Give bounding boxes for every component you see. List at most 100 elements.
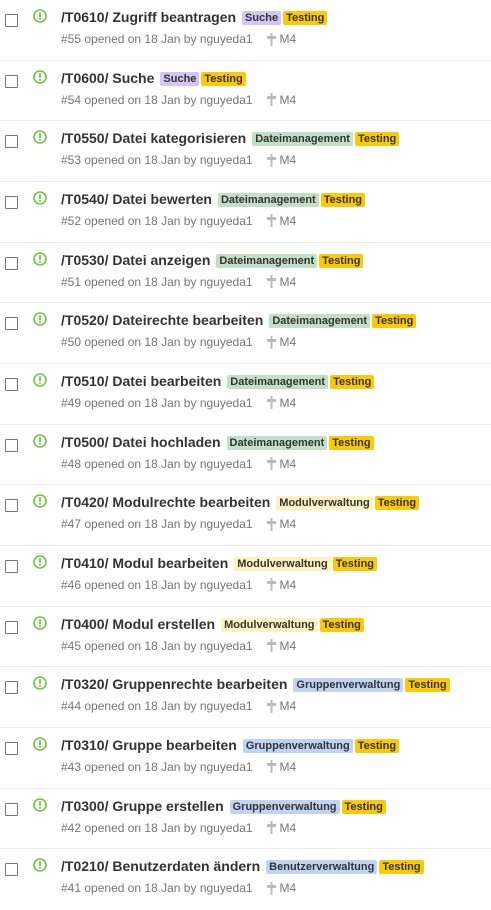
issue-label[interactable]: Suche: [242, 11, 282, 25]
issue-label[interactable]: Suche: [160, 71, 200, 86]
issue-label[interactable]: Gruppenverwaltung: [242, 738, 353, 753]
issue-checkbox[interactable]: [5, 74, 18, 88]
issue-milestone[interactable]: M4: [266, 760, 296, 774]
issue-label[interactable]: Gruppenverwaltung: [293, 678, 404, 693]
issue-milestone[interactable]: M4: [266, 275, 296, 289]
issue-title-link[interactable]: /T0540/ Datei bewerten: [61, 190, 212, 208]
issue-author-link[interactable]: nguyeda1: [200, 153, 253, 167]
issue-label[interactable]: Testing: [320, 192, 366, 207]
issue-row[interactable]: /T0410/ Modul bearbeiten Modulverwaltung…: [0, 546, 491, 607]
issue-label[interactable]: Testing: [354, 132, 400, 147]
issue-milestone[interactable]: M4: [266, 881, 296, 895]
issue-label[interactable]: Modulverwaltung: [276, 496, 373, 511]
issue-row[interactable]: /T0320/ Gruppenrechte bearbeiten Gruppen…: [0, 667, 491, 728]
issue-label[interactable]: Dateimanagement: [269, 314, 371, 329]
issue-title-link[interactable]: /T0300/ Gruppe erstellen: [61, 797, 224, 815]
issue-label[interactable]: Dateimanagement: [252, 132, 353, 147]
issue-checkbox[interactable]: [5, 256, 18, 270]
issue-title-link[interactable]: /T0600/ Suche: [61, 69, 154, 87]
issue-label[interactable]: Modulverwaltung: [234, 556, 331, 571]
issue-milestone[interactable]: M4: [266, 214, 296, 228]
issue-checkbox[interactable]: [5, 195, 18, 209]
issue-checkbox[interactable]: [5, 499, 18, 513]
issue-label[interactable]: Gruppenverwaltung: [229, 799, 340, 814]
issue-row[interactable]: /T0400/ Modul erstellen Modulverwaltung T…: [0, 607, 491, 668]
issue-label[interactable]: Testing: [374, 496, 420, 511]
issue-milestone[interactable]: M4: [266, 578, 296, 592]
issue-author-link[interactable]: nguyeda1: [200, 578, 253, 592]
issue-author-link[interactable]: nguyeda1: [200, 821, 253, 835]
issue-checkbox[interactable]: [5, 741, 18, 755]
issue-row[interactable]: /T0500/ Datei hochladen Dateimanagement T…: [0, 425, 491, 486]
issue-row[interactable]: /T0520/ Dateirechte bearbeiten Dateimana…: [0, 303, 491, 364]
issue-title-link[interactable]: /T0610/ Zugriff beantragen: [61, 8, 236, 26]
issue-milestone[interactable]: M4: [266, 639, 296, 653]
issue-row[interactable]: /T0300/ Gruppe erstellen Gruppenverwaltu…: [0, 789, 491, 850]
issue-row[interactable]: /T0530/ Datei anzeigen Dateimanagement Te…: [0, 243, 491, 304]
issue-author-link[interactable]: nguyeda1: [200, 699, 253, 713]
issue-label[interactable]: Dateimanagement: [226, 435, 328, 450]
issue-title-link[interactable]: /T0420/ Modulrechte bearbeiten: [61, 493, 270, 511]
issue-checkbox[interactable]: [5, 802, 18, 816]
issue-author-link[interactable]: nguyeda1: [200, 32, 253, 46]
issue-label[interactable]: Testing: [319, 253, 364, 268]
issue-title-link[interactable]: /T0510/ Datei bearbeiten: [61, 372, 221, 390]
issue-label[interactable]: Testing: [319, 617, 364, 632]
issue-author-link[interactable]: nguyeda1: [200, 214, 253, 228]
issue-milestone[interactable]: M4: [266, 699, 296, 713]
issue-title-link[interactable]: /T0520/ Dateirechte bearbeiten: [61, 311, 263, 329]
issue-author-link[interactable]: nguyeda1: [200, 93, 253, 107]
issue-milestone[interactable]: M4: [266, 517, 296, 531]
issue-milestone[interactable]: M4: [266, 821, 296, 835]
issue-row[interactable]: /T0540/ Datei bewerten Dateimanagement Te…: [0, 182, 491, 243]
issue-title-link[interactable]: /T0550/ Datei kategorisieren: [61, 129, 246, 147]
issue-milestone[interactable]: M4: [266, 457, 296, 471]
issue-checkbox[interactable]: [5, 863, 18, 877]
issue-label[interactable]: Dateimanagement: [216, 253, 318, 268]
issue-label[interactable]: Testing: [341, 799, 386, 814]
issue-title-link[interactable]: /T0500/ Datei hochladen: [61, 433, 221, 451]
issue-checkbox[interactable]: [5, 135, 18, 149]
issue-label[interactable]: Testing: [329, 435, 374, 450]
issue-author-link[interactable]: nguyeda1: [200, 760, 253, 774]
issue-title-link[interactable]: /T0530/ Datei anzeigen: [61, 251, 210, 269]
issue-title-link[interactable]: /T0320/ Gruppenrechte bearbeiten: [61, 675, 287, 693]
issue-title-link[interactable]: /T0310/ Gruppe bearbeiten: [61, 736, 237, 754]
issue-label[interactable]: Dateimanagement: [217, 192, 319, 207]
issue-checkbox[interactable]: [5, 317, 18, 331]
issue-label[interactable]: Modulverwaltung: [221, 617, 318, 632]
issue-checkbox[interactable]: [5, 14, 18, 27]
issue-author-link[interactable]: nguyeda1: [200, 881, 253, 895]
issue-milestone[interactable]: M4: [266, 32, 296, 46]
issue-row[interactable]: /T0210/ Benutzerdaten ändern Benutzerver…: [0, 849, 491, 910]
issue-author-link[interactable]: nguyeda1: [200, 396, 253, 410]
issue-label[interactable]: Testing: [330, 374, 375, 389]
issue-row[interactable]: /T0600/ Suche Suche Testing #54 opened on…: [0, 61, 491, 122]
issue-row[interactable]: /T0550/ Datei kategorisieren Dateimanage…: [0, 121, 491, 182]
issue-label[interactable]: Testing: [372, 314, 417, 329]
issue-checkbox[interactable]: [5, 681, 18, 695]
issue-author-link[interactable]: nguyeda1: [200, 517, 253, 531]
issue-row[interactable]: /T0420/ Modulrechte bearbeiten Modulverw…: [0, 485, 491, 546]
issue-milestone[interactable]: M4: [266, 93, 296, 107]
issue-label[interactable]: Testing: [379, 860, 424, 875]
issue-row[interactable]: /T0610/ Zugriff beantragen Suche Testing …: [0, 0, 491, 61]
issue-title-link[interactable]: /T0400/ Modul erstellen: [61, 615, 215, 633]
issue-label[interactable]: Benutzerverwaltung: [266, 860, 378, 875]
issue-label[interactable]: Dateimanagement: [227, 374, 329, 389]
issue-label[interactable]: Testing: [332, 556, 378, 571]
issue-milestone[interactable]: M4: [266, 335, 296, 349]
issue-author-link[interactable]: nguyeda1: [200, 457, 253, 471]
issue-checkbox[interactable]: [5, 559, 18, 573]
issue-label[interactable]: Testing: [354, 738, 400, 753]
issue-milestone[interactable]: M4: [266, 153, 296, 167]
issue-author-link[interactable]: nguyeda1: [200, 335, 253, 349]
issue-row[interactable]: /T0310/ Gruppe bearbeiten Gruppenverwalt…: [0, 728, 491, 789]
issue-title-link[interactable]: /T0210/ Benutzerdaten ändern: [61, 857, 260, 875]
issue-author-link[interactable]: nguyeda1: [200, 639, 253, 653]
issue-milestone[interactable]: M4: [266, 396, 296, 410]
issue-author-link[interactable]: nguyeda1: [200, 275, 253, 289]
issue-checkbox[interactable]: [5, 377, 18, 391]
issue-checkbox[interactable]: [5, 620, 18, 634]
issue-checkbox[interactable]: [5, 438, 18, 452]
